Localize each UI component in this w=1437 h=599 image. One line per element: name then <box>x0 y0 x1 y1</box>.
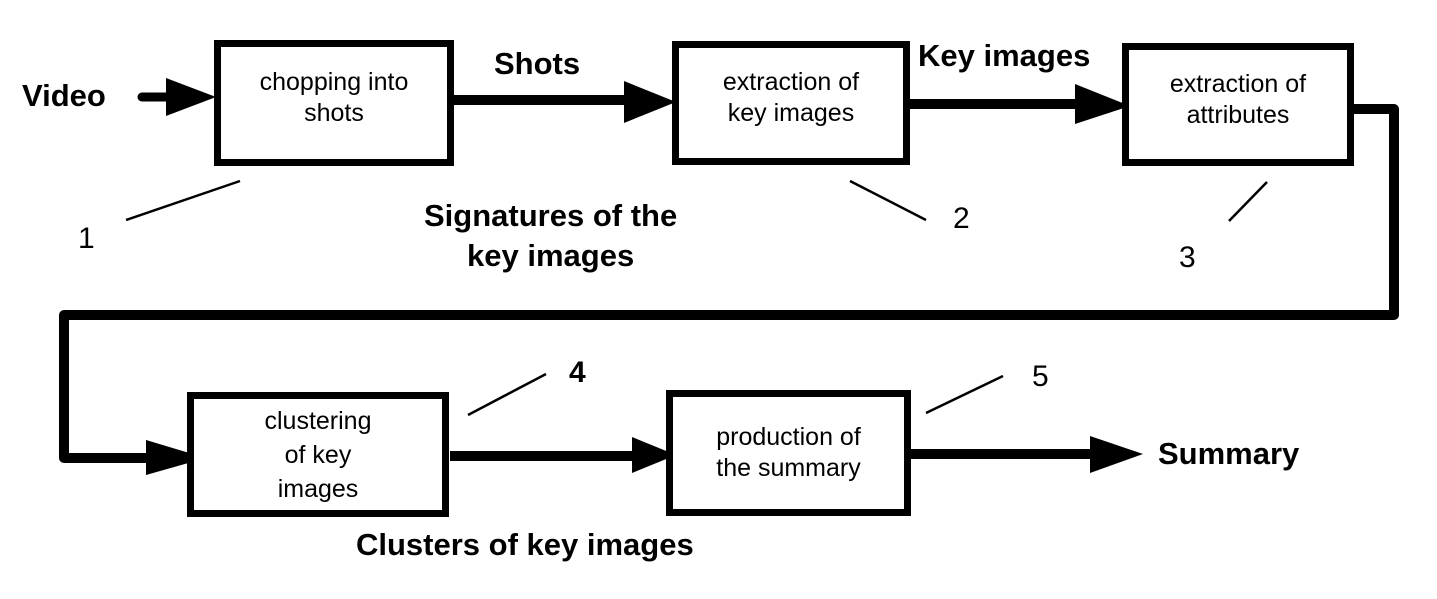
label-clusters: Clusters of key images <box>356 527 694 562</box>
ref-number-2: 2 <box>953 202 970 235</box>
step-production-of-summary: production of the summary <box>666 390 911 516</box>
ref-number-5: 5 <box>1032 360 1049 393</box>
step-clustering-of-key-images: clustering of key images <box>187 392 449 517</box>
step-chopping-into-shots: chopping into shots <box>214 40 454 166</box>
arrowhead-icon <box>166 78 216 116</box>
label-shots: Shots <box>494 46 581 81</box>
step-label: clustering of key images <box>264 406 372 503</box>
step-label: production of the summary <box>716 423 861 482</box>
ref-leader-3 <box>1228 181 1268 222</box>
ref-leader-4 <box>467 372 547 417</box>
label-video: Video <box>22 78 106 113</box>
step-extraction-of-key-images: extraction of key images <box>672 41 910 165</box>
ref-number-1: 1 <box>78 222 95 255</box>
label-summary: Summary <box>1158 436 1300 471</box>
step-label: extraction of key images <box>722 68 860 127</box>
ref-leader-2 <box>849 179 927 222</box>
ref-leader-5 <box>925 374 1004 415</box>
ref-number-3: 3 <box>1179 241 1196 274</box>
ref-leader-1 <box>125 179 241 222</box>
step-extraction-of-attributes: extraction of attributes <box>1122 43 1354 166</box>
arrowhead-icon <box>624 81 676 123</box>
step-label: chopping into shots <box>259 68 409 127</box>
ref-number-4: 4 <box>569 356 586 389</box>
arrowhead-icon <box>1090 436 1143 473</box>
label-key-images: Key images <box>918 38 1091 73</box>
step-label: extraction of attributes <box>1169 69 1307 129</box>
label-signatures: Signatures of the key images <box>424 198 678 273</box>
